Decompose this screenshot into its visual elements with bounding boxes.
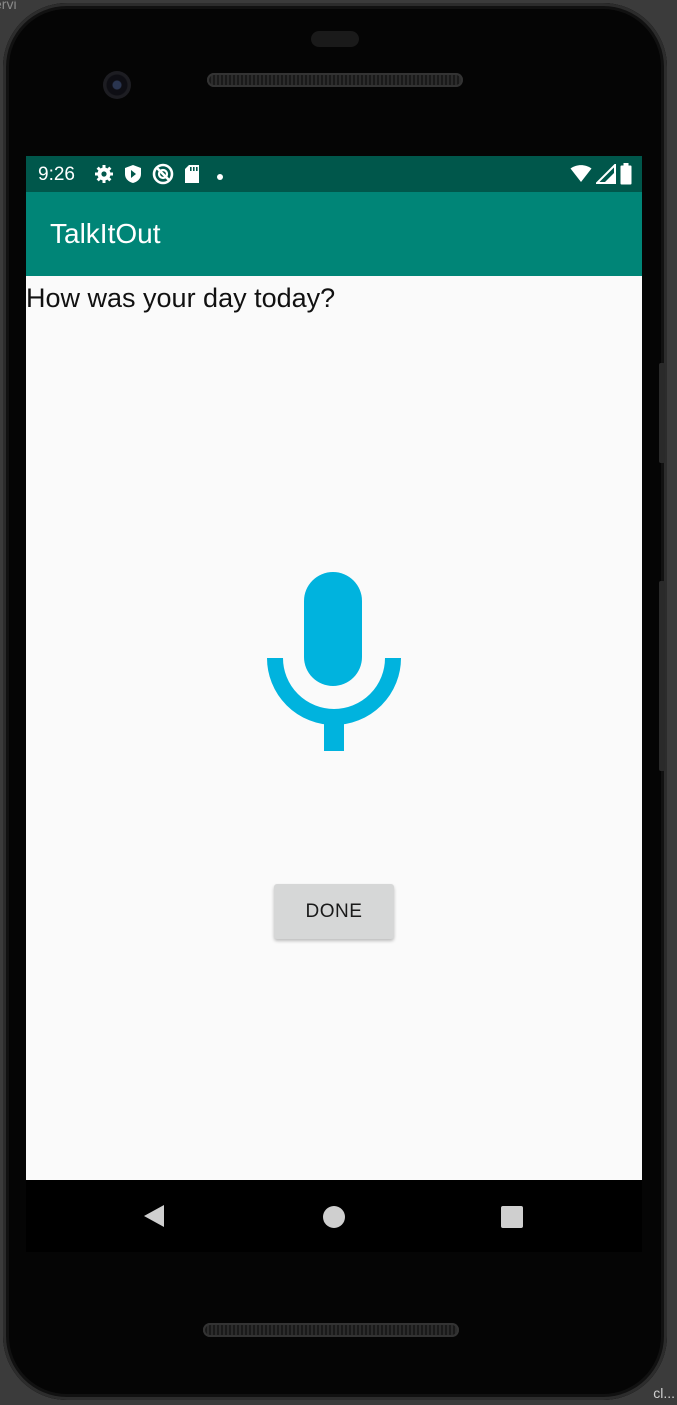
- status-notification-icons: [94, 163, 224, 190]
- dot-icon: [216, 168, 224, 186]
- navigation-bar: [26, 1180, 642, 1252]
- recents-icon[interactable]: [500, 1205, 524, 1234]
- status-bar: 9:26: [26, 156, 642, 192]
- settings-icon: [94, 164, 114, 189]
- battery-icon: [620, 163, 632, 190]
- volume-button[interactable]: [659, 363, 665, 463]
- front-camera-icon: [103, 71, 131, 99]
- microphone-icon[interactable]: [266, 572, 402, 752]
- earpiece-sensor: [311, 31, 359, 47]
- bottom-speaker-grille: [203, 1323, 459, 1337]
- status-system-icons: [570, 162, 632, 190]
- status-time: 9:26: [38, 164, 75, 185]
- background-window-text: ervi: [0, 0, 17, 12]
- cellular-icon: [594, 162, 616, 189]
- app-bar: TalkItOut: [26, 192, 642, 276]
- background-window-text-bottom: cl...: [653, 1385, 675, 1401]
- no-sync-icon: [152, 163, 174, 190]
- power-button[interactable]: [659, 581, 665, 771]
- done-button[interactable]: DONE: [274, 884, 394, 939]
- wifi-icon: [570, 164, 592, 189]
- sd-card-icon: [184, 164, 200, 189]
- device-screen: 9:26 TalkItOut How was your day today? D…: [26, 156, 642, 1180]
- app-title: TalkItOut: [50, 218, 161, 249]
- back-icon[interactable]: [142, 1204, 166, 1233]
- home-icon[interactable]: [322, 1205, 346, 1234]
- top-speaker-grille: [207, 73, 463, 87]
- shield-icon: [124, 164, 142, 189]
- prompt-text: How was your day today?: [26, 283, 336, 313]
